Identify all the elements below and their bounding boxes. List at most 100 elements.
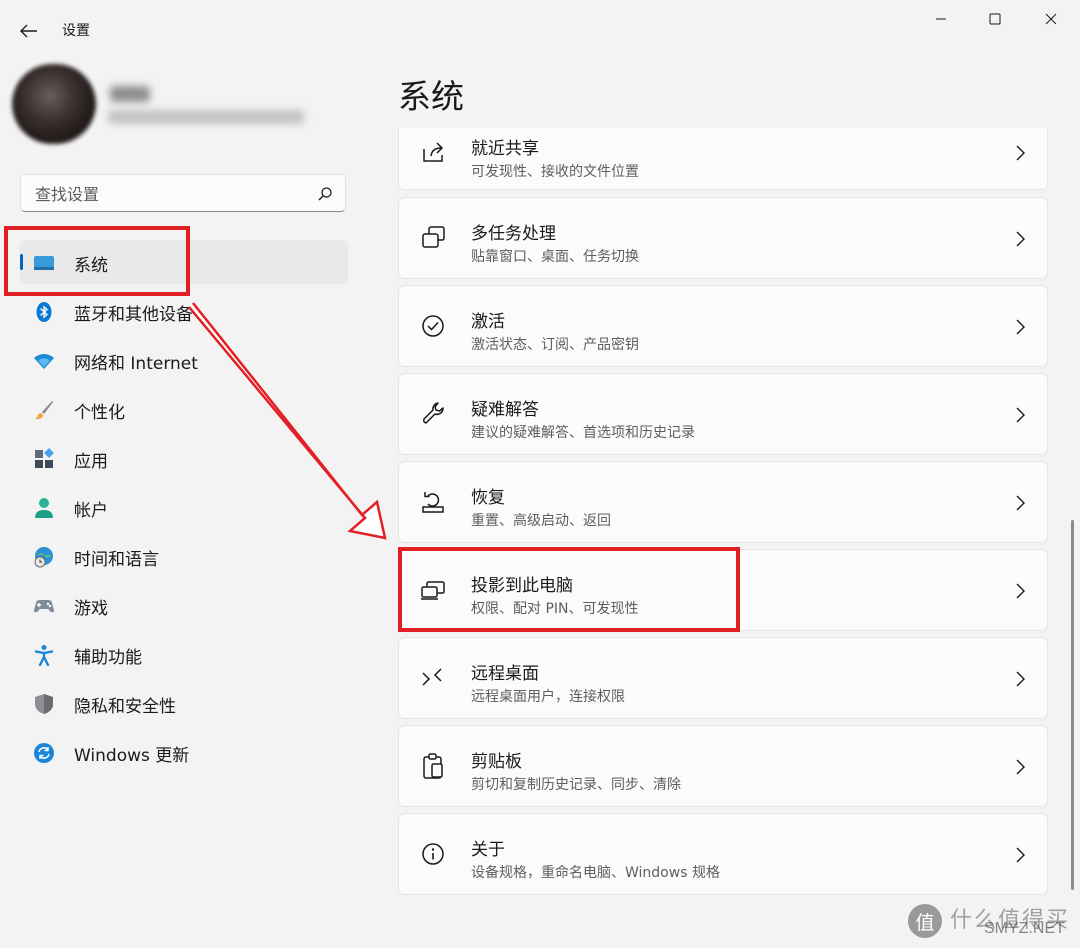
card-subtitle: 权限、配对 PIN、可发现性 (471, 601, 639, 617)
card-title: 远程桌面 (471, 664, 539, 684)
card-multitasking[interactable]: 多任务处理 贴靠窗口、桌面、任务切换 (398, 197, 1048, 279)
card-clipboard[interactable]: 剪贴板 剪切和复制历史记录、同步、清除 (398, 725, 1048, 807)
sidebar-item-windows-update[interactable]: Windows 更新 (20, 730, 348, 774)
search-icon[interactable] (315, 184, 335, 204)
gamepad-icon (34, 600, 54, 613)
info-icon (422, 843, 444, 865)
card-title: 投影到此电脑 (471, 576, 573, 596)
title-bar: 设置 (0, 0, 1080, 60)
card-title: 剪贴板 (471, 752, 522, 772)
recovery-icon (422, 492, 444, 513)
accessibility-icon (34, 645, 54, 666)
settings-list: 就近共享 可发现性、接收的文件位置 多任务处理 贴靠窗口、桌面、任务切换 激活 … (398, 128, 1050, 948)
shield-icon (35, 694, 53, 714)
sidebar-item-bluetooth[interactable]: 蓝牙和其他设备 (20, 289, 348, 333)
card-title: 关于 (471, 840, 505, 860)
wifi-icon (34, 354, 54, 369)
app-title: 设置 (62, 23, 90, 39)
chevron-right-icon (1016, 319, 1025, 335)
sidebar-item-privacy[interactable]: 隐私和安全性 (20, 681, 348, 725)
card-subtitle: 重置、高级启动、返回 (471, 513, 611, 529)
user-email-redacted (108, 110, 304, 124)
brush-icon (35, 401, 53, 420)
sidebar-item-label: 时间和语言 (74, 550, 159, 570)
project-icon (421, 581, 445, 600)
card-subtitle: 贴靠窗口、桌面、任务切换 (471, 249, 639, 265)
bluetooth-icon (36, 302, 52, 322)
card-title: 多任务处理 (471, 224, 556, 244)
maximize-icon (989, 13, 1001, 25)
card-recovery[interactable]: 恢复 重置、高级启动、返回 (398, 461, 1048, 543)
user-name-redacted (110, 86, 150, 102)
chevron-right-icon (1016, 145, 1025, 161)
remote-desktop-icon (422, 668, 442, 686)
sidebar-item-label: 个性化 (74, 403, 125, 423)
page-title: 系统 (398, 77, 464, 116)
globe-clock-icon (34, 547, 53, 568)
sidebar-item-gaming[interactable]: 游戏 (20, 583, 348, 627)
sidebar-item-label: 系统 (74, 256, 108, 276)
sidebar-item-label: Windows 更新 (74, 746, 190, 766)
maximize-button[interactable] (972, 4, 1018, 34)
card-subtitle: 远程桌面用户，连接权限 (471, 689, 625, 705)
update-icon (34, 743, 54, 763)
sidebar-item-accounts[interactable]: 帐户 (20, 485, 348, 529)
sidebar-item-apps[interactable]: 应用 (20, 436, 348, 480)
card-activation[interactable]: 激活 激活状态、订阅、产品密钥 (398, 285, 1048, 367)
card-project-to-pc[interactable]: 投影到此电脑 权限、配对 PIN、可发现性 (398, 549, 1048, 631)
minimize-button[interactable] (918, 4, 964, 34)
sidebar-item-label: 蓝牙和其他设备 (74, 305, 193, 325)
back-button[interactable] (14, 18, 44, 44)
sidebar-item-label: 帐户 (74, 501, 108, 521)
apps-icon (35, 448, 54, 468)
wrench-icon (423, 402, 444, 424)
sidebar-item-label: 网络和 Internet (74, 354, 198, 374)
search-input[interactable] (33, 181, 307, 207)
card-troubleshoot[interactable]: 疑难解答 建议的疑难解答、首选项和历史记录 (398, 373, 1048, 455)
close-icon (1045, 13, 1057, 25)
multitask-icon (422, 226, 445, 248)
minimize-icon (936, 18, 946, 20)
avatar (12, 64, 96, 144)
chevron-right-icon (1016, 759, 1025, 775)
monitor-icon (34, 256, 54, 270)
user-profile[interactable] (12, 64, 342, 144)
search-box (20, 174, 346, 212)
selection-indicator (20, 254, 23, 270)
sidebar-item-label: 隐私和安全性 (74, 697, 176, 717)
share-icon (423, 142, 444, 162)
person-icon (35, 498, 53, 518)
chevron-right-icon (1016, 495, 1025, 511)
sidebar-item-system[interactable]: 系统 (20, 240, 348, 284)
sidebar-item-label: 辅助功能 (74, 648, 142, 668)
card-title: 激活 (471, 312, 505, 332)
card-title: 恢复 (471, 488, 505, 508)
check-circle-icon (422, 315, 444, 337)
chevron-right-icon (1016, 583, 1025, 599)
sidebar-item-network[interactable]: 网络和 Internet (20, 338, 348, 382)
card-subtitle: 剪切和复制历史记录、同步、清除 (471, 777, 681, 793)
card-nearby-sharing[interactable]: 就近共享 可发现性、接收的文件位置 (398, 128, 1048, 190)
card-title: 疑难解答 (471, 400, 539, 420)
sidebar-item-time-language[interactable]: 时间和语言 (20, 534, 348, 578)
card-about[interactable]: 关于 设备规格，重命名电脑、Windows 规格 (398, 813, 1048, 895)
card-subtitle: 可发现性、接收的文件位置 (471, 164, 639, 180)
sidebar-item-personalization[interactable]: 个性化 (20, 387, 348, 431)
card-subtitle: 建议的疑难解答、首选项和历史记录 (471, 425, 695, 441)
card-subtitle: 设备规格，重命名电脑、Windows 规格 (471, 865, 720, 881)
watermark-domain: SMYZ.NET (984, 920, 1065, 937)
card-remote-desktop[interactable]: 远程桌面 远程桌面用户，连接权限 (398, 637, 1048, 719)
chevron-right-icon (1016, 671, 1025, 687)
arrow-left-icon (20, 24, 37, 38)
clipboard-icon (423, 753, 443, 779)
chevron-right-icon (1016, 407, 1025, 423)
watermark-logo: 值 (908, 904, 942, 938)
card-subtitle: 激活状态、订阅、产品密钥 (471, 337, 639, 353)
chevron-right-icon (1016, 231, 1025, 247)
watermark: 值 什么值得买 SMYZ.NET (906, 900, 1076, 944)
scrollbar-thumb[interactable] (1071, 520, 1074, 890)
sidebar-item-label: 应用 (74, 452, 108, 472)
card-title: 就近共享 (471, 139, 539, 159)
close-button[interactable] (1028, 4, 1074, 34)
sidebar-item-accessibility[interactable]: 辅助功能 (20, 632, 348, 676)
